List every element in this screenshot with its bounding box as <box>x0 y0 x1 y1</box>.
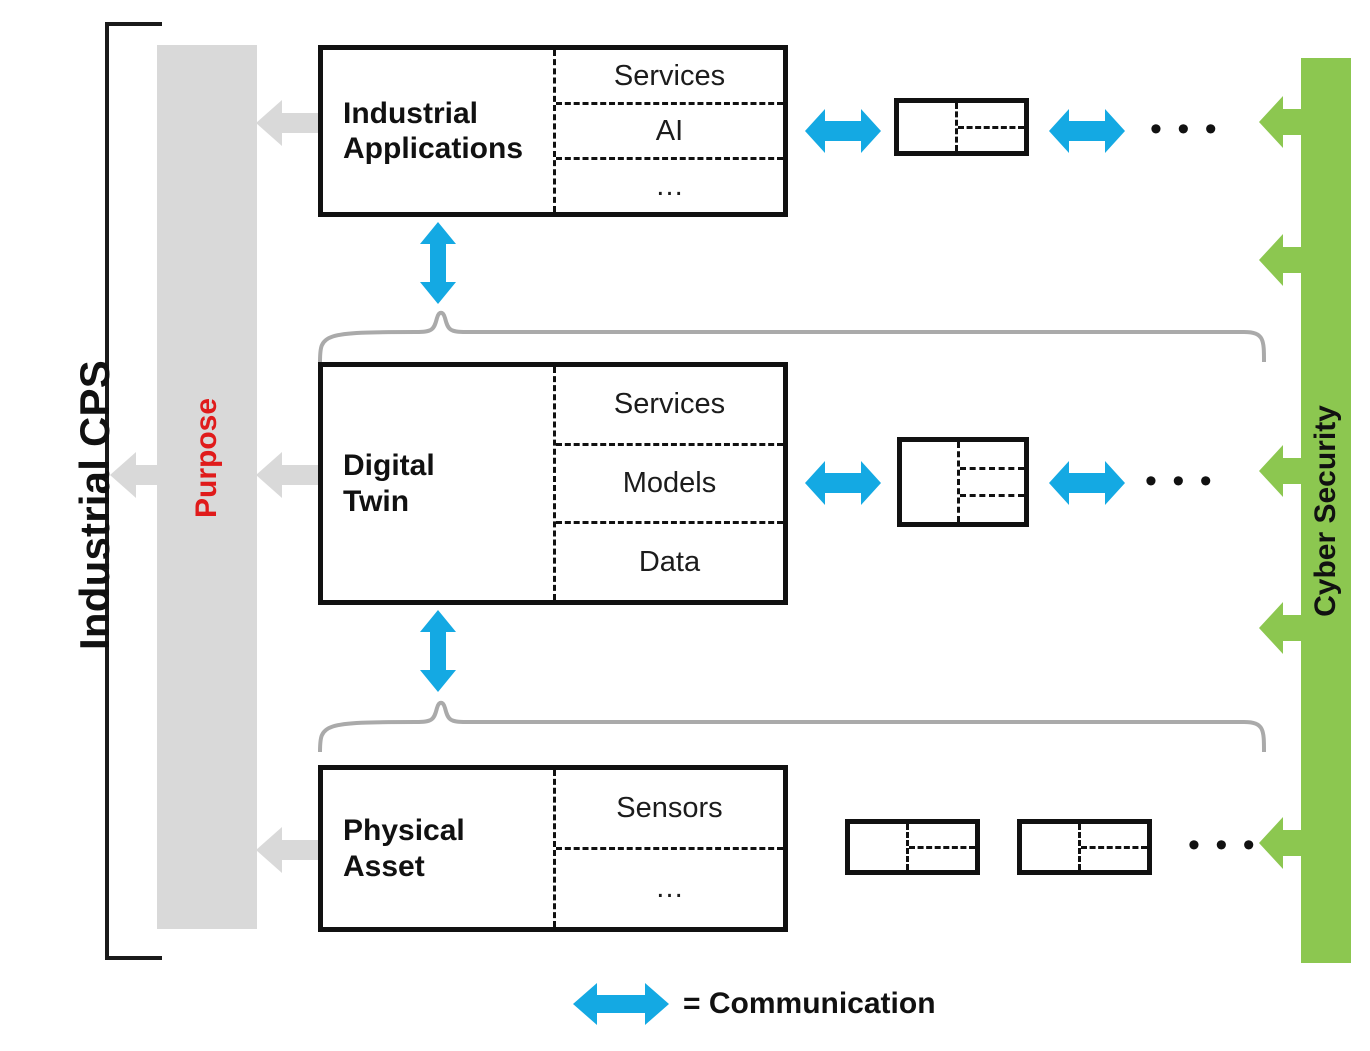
module-right-cells <box>956 442 1024 522</box>
purpose-arrow-industrial-applications <box>256 98 324 148</box>
layer-title-line1: Industrial <box>343 96 479 130</box>
module-right-cells <box>1078 824 1147 870</box>
module-ellipsis-physical-asset: • • • <box>1188 826 1258 864</box>
sub-item[interactable]: … <box>556 847 783 927</box>
module-sub-row <box>960 442 1024 467</box>
module-box-digital-twin-1[interactable] <box>897 437 1029 527</box>
sub-item[interactable]: Data <box>556 521 783 600</box>
module-left-cell <box>902 442 957 522</box>
purpose-arrow-physical-asset <box>256 825 324 875</box>
module-sub-row <box>909 824 975 846</box>
sub-item[interactable]: Services <box>556 50 783 102</box>
layer-subitems-physical-asset: Sensors … <box>553 770 783 927</box>
layer-title-physical-asset: Physical Asset <box>323 770 553 927</box>
module-left-cell <box>850 824 906 870</box>
communication-arrow-apps-to-twin <box>420 222 456 304</box>
layer-title-line1: Physical <box>343 814 465 848</box>
module-box-physical-asset-1[interactable] <box>845 819 980 875</box>
layer-subitems-industrial-applications: Services AI … <box>553 50 783 212</box>
module-sub-row <box>959 466 1024 495</box>
module-sub-row <box>1081 845 1147 871</box>
communication-arrow-twin-to-asset <box>420 610 456 692</box>
sub-item[interactable]: … <box>556 157 783 212</box>
layer-title-line2: Applications <box>343 132 524 165</box>
module-box-physical-asset-2[interactable] <box>1017 819 1152 875</box>
module-left-cell <box>1022 824 1078 870</box>
cps-bracket-bottom <box>105 956 162 960</box>
module-ellipsis-industrial-applications: • • • <box>1150 110 1220 148</box>
brace-physical-asset <box>316 700 1268 752</box>
layer-title-line2: Twin <box>343 484 410 518</box>
module-sub-row <box>959 494 1024 522</box>
layer-subitems-digital-twin: Services Models Data <box>553 367 783 600</box>
communication-arrow-twin-right <box>1049 458 1125 508</box>
purpose-arrow-digital-twin <box>256 450 324 500</box>
layer-box-digital-twin[interactable]: Digital Twin Services Models Data <box>318 362 788 605</box>
communication-arrow-apps-left <box>805 106 881 156</box>
layer-title-industrial-applications: Industrial Applications <box>323 50 553 212</box>
module-right-cells <box>955 103 1024 151</box>
module-sub-row <box>958 125 1024 152</box>
purpose-label: Purpose <box>190 397 223 519</box>
sub-item[interactable]: Services <box>556 367 783 443</box>
layer-title-line1: Digital <box>343 449 435 483</box>
layer-box-physical-asset[interactable]: Physical Asset Sensors … <box>318 765 788 932</box>
legend-label: = Communication <box>683 987 936 1020</box>
module-left-cell <box>899 103 955 151</box>
module-sub-row <box>909 845 975 871</box>
sub-item[interactable]: Sensors <box>556 770 783 847</box>
communication-arrow-apps-right <box>1049 106 1125 156</box>
module-sub-row <box>958 103 1024 126</box>
layer-title-digital-twin: Digital Twin <box>323 367 553 600</box>
legend-communication-icon <box>573 980 669 1028</box>
brace-digital-twin <box>316 310 1268 362</box>
cps-bracket-top <box>105 22 162 26</box>
module-right-cells <box>906 824 975 870</box>
cyber-security-label: Cyber Security <box>1309 405 1342 617</box>
communication-arrow-twin-left <box>805 458 881 508</box>
layer-title-line2: Asset <box>343 849 425 883</box>
diagram-canvas: Industrial CPS Purpose Industrial Applic… <box>0 0 1370 1051</box>
module-ellipsis-digital-twin: • • • <box>1145 462 1215 500</box>
page-title: Industrial CPS <box>71 360 118 650</box>
module-sub-row <box>1081 824 1147 846</box>
sub-item[interactable]: AI <box>556 102 783 157</box>
module-box-industrial-applications-1[interactable] <box>894 98 1029 156</box>
sub-item[interactable]: Models <box>556 442 783 522</box>
layer-box-industrial-applications[interactable]: Industrial Applications Services AI … <box>318 45 788 217</box>
